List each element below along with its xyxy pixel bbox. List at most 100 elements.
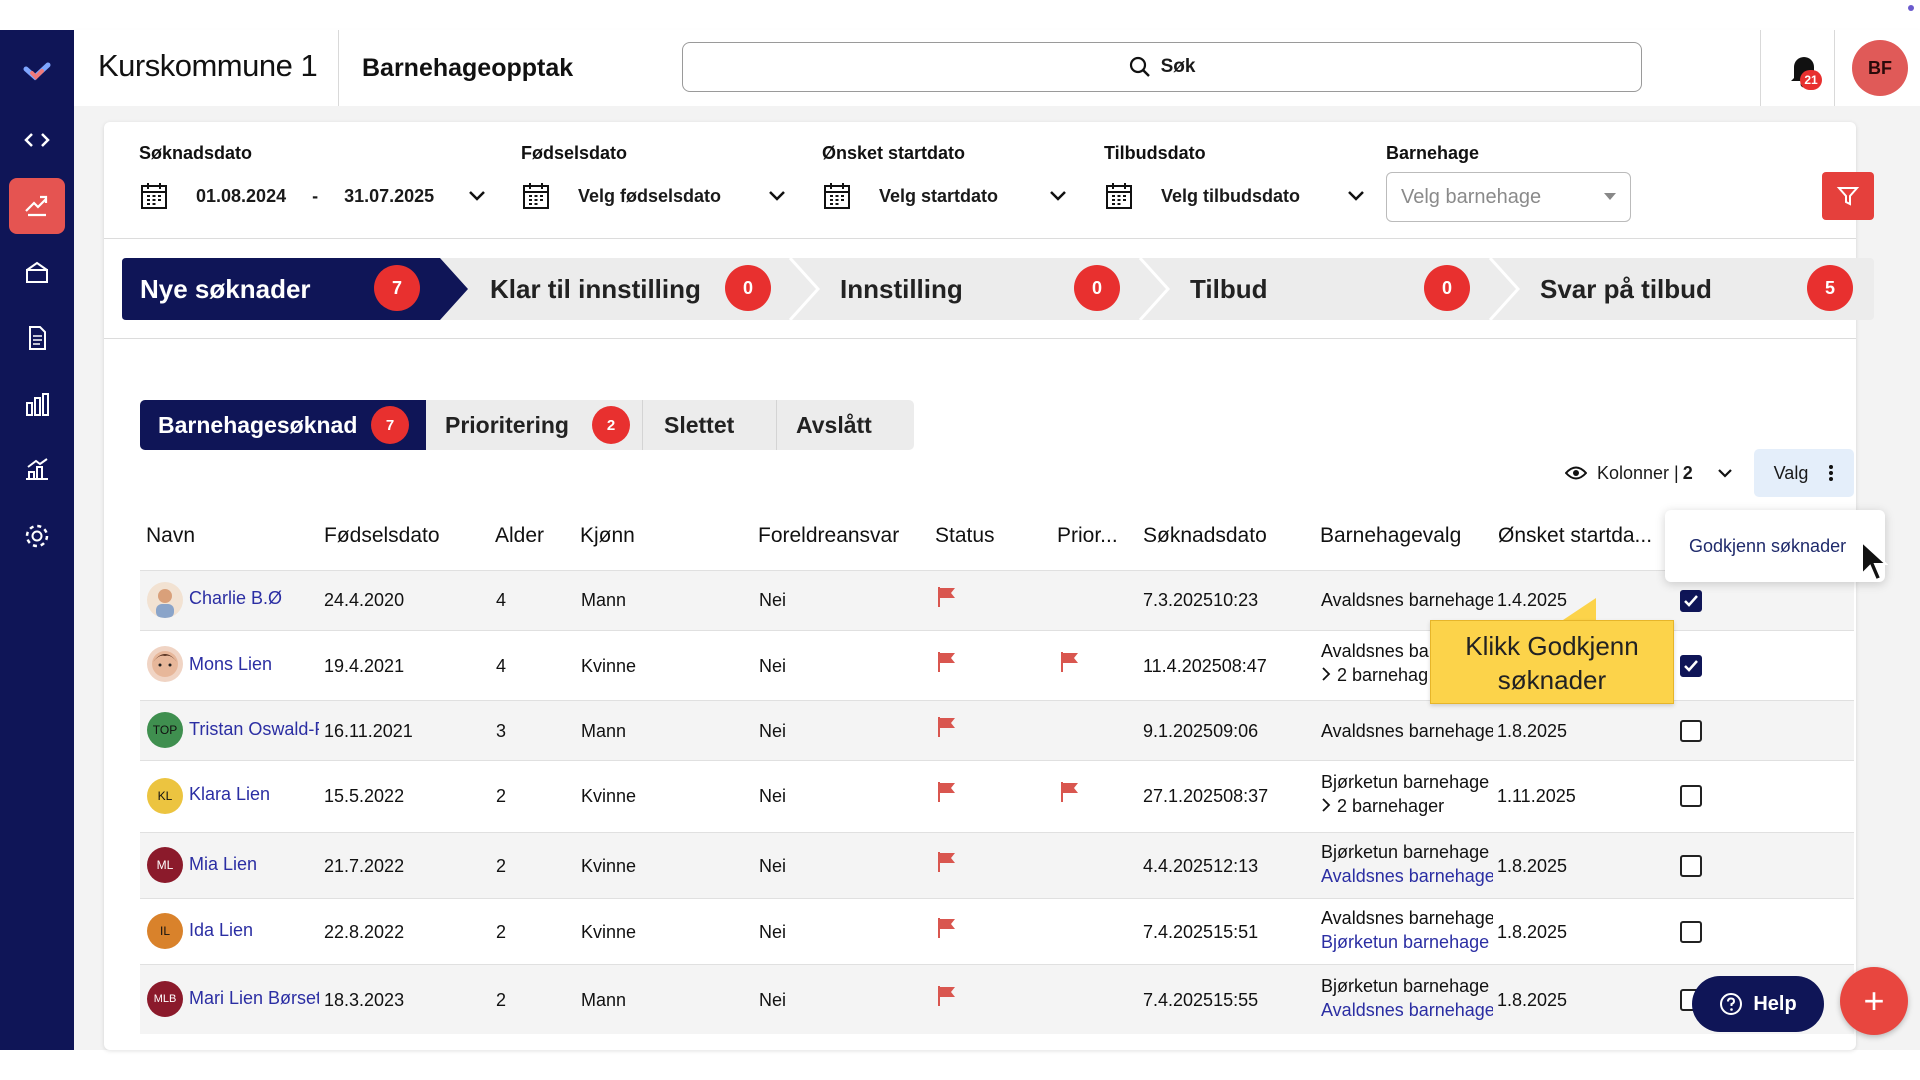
instruction-tooltip: Klikk Godkjenn søknader bbox=[1430, 620, 1674, 704]
row-kindergarten-choice: Avaldsnes barn bbox=[1321, 641, 1431, 661]
row-checkbox[interactable] bbox=[1680, 720, 1702, 742]
column-header-soknadsdato[interactable]: Søknadsdato bbox=[1143, 524, 1267, 548]
caret-down-icon bbox=[1604, 193, 1616, 200]
calendar-icon bbox=[141, 183, 167, 209]
row-name-link[interactable]: Mons Lien bbox=[189, 654, 319, 675]
add-button[interactable]: + bbox=[1840, 967, 1908, 1035]
document-nav-icon[interactable] bbox=[9, 310, 65, 366]
row-age: 2 bbox=[496, 856, 507, 876]
column-header-fodselsdato[interactable]: Fødselsdato bbox=[324, 524, 440, 548]
row-name-link[interactable]: Mia Lien bbox=[189, 854, 319, 875]
row-second-choice-link[interactable]: Avaldsnes barnehage - bbox=[1321, 866, 1493, 887]
row-age: 4 bbox=[496, 656, 507, 676]
row-checkbox[interactable] bbox=[1680, 655, 1702, 677]
fodselsdato-picker[interactable]: Velg fødselsdato bbox=[522, 178, 786, 214]
row-checkbox[interactable] bbox=[1680, 855, 1702, 877]
calendar-icon bbox=[1106, 183, 1132, 209]
columns-toggle[interactable]: Kolonner | 2 bbox=[1565, 458, 1733, 488]
statistics-nav-icon[interactable] bbox=[9, 376, 65, 432]
row-checkbox[interactable] bbox=[1680, 921, 1702, 943]
row-kindergarten-choice: Avaldsnes barnehage ( bbox=[1321, 590, 1493, 610]
filter-label-tilbudsdato: Tilbudsdato bbox=[1104, 143, 1206, 163]
step-nye-soknader[interactable]: Nye søknader bbox=[140, 258, 311, 320]
column-header-status[interactable]: Status bbox=[935, 524, 995, 548]
tab-slettet[interactable]: Slettet bbox=[664, 400, 734, 450]
column-header-alder[interactable]: Alder bbox=[495, 524, 544, 548]
row-kindergarten-choice: Bjørketun barnehage (' bbox=[1321, 976, 1493, 996]
tab-prioritering[interactable]: Prioritering bbox=[445, 400, 569, 450]
avatar: MLB bbox=[147, 981, 183, 1017]
filter-label-fodselsdato: Fødselsdato bbox=[521, 143, 628, 163]
row-gender: Kvinne bbox=[581, 656, 637, 676]
divider bbox=[104, 238, 1856, 239]
row-name-link[interactable]: Mari Lien Børseth bbox=[189, 988, 319, 1009]
kindergarten-nav-icon[interactable] bbox=[9, 244, 65, 300]
divider bbox=[104, 338, 1856, 339]
tilbudsdato-picker[interactable]: Velg tilbudsdato bbox=[1105, 178, 1365, 214]
row-second-choice-link[interactable]: Bjørketun barnehage - bbox=[1321, 932, 1493, 953]
tab-count-badge: 2 bbox=[592, 406, 630, 444]
row-dob: 16.11.2021 bbox=[324, 721, 413, 741]
step-innstilling[interactable]: Innstilling bbox=[840, 258, 963, 320]
growth-nav-icon[interactable] bbox=[9, 442, 65, 498]
row-application-date: 7.3.202510:23 bbox=[1143, 590, 1259, 610]
tilbudsdato-value: Velg tilbudsdato bbox=[1161, 185, 1301, 206]
divider bbox=[338, 30, 339, 106]
startdato-picker[interactable]: Velg startdato bbox=[823, 178, 1067, 214]
row-application-date: 27.1.202508:37 bbox=[1143, 786, 1269, 806]
barnehage-select[interactable]: Velg barnehage bbox=[1386, 172, 1631, 222]
help-button[interactable]: Help bbox=[1692, 976, 1824, 1032]
row-checkbox[interactable] bbox=[1680, 785, 1702, 807]
row-name-link[interactable]: Tristan Oswald-P bbox=[189, 719, 319, 740]
filter-button[interactable] bbox=[1822, 172, 1874, 220]
status-flag-icon bbox=[938, 986, 955, 1006]
row-gender: Mann bbox=[581, 990, 627, 1010]
divider bbox=[1834, 30, 1835, 106]
filter-label-onsket-startdato: Ønsket startdato bbox=[822, 143, 966, 163]
tooltip-pointer bbox=[1560, 598, 1596, 622]
code-toggle-icon[interactable] bbox=[9, 112, 65, 168]
tab-divider bbox=[776, 400, 777, 450]
user-avatar[interactable]: BF bbox=[1852, 40, 1908, 96]
row-kindergarten-choice: Avaldsnes barnehage ( bbox=[1321, 908, 1493, 928]
logo-icon[interactable] bbox=[9, 44, 65, 100]
help-label: Help bbox=[1753, 992, 1797, 1015]
valg-button[interactable]: Valg bbox=[1754, 449, 1854, 497]
row-checkbox[interactable] bbox=[1680, 590, 1702, 612]
column-header-foreldreansvar[interactable]: Foreldreansvar bbox=[758, 524, 899, 548]
column-header-barnehagevalg[interactable]: Barnehagevalg bbox=[1320, 524, 1461, 548]
row-custody: Nei bbox=[759, 656, 787, 676]
soknadsdato-range-picker[interactable]: 01.08.2024 - 31.07.2025 bbox=[140, 178, 486, 214]
search-input[interactable]: Søk bbox=[682, 42, 1642, 92]
row-more-choices[interactable]: 2 barnehag bbox=[1321, 665, 1431, 686]
row-name-link[interactable]: Charlie B.Ø bbox=[189, 588, 319, 609]
row-name-link[interactable]: Ida Lien bbox=[189, 920, 319, 941]
row-dob: 15.5.2022 bbox=[324, 786, 405, 806]
row-second-choice-link[interactable]: Avaldsnes barnehage - bbox=[1321, 1000, 1493, 1021]
step-count-badge: 0 bbox=[1424, 265, 1470, 311]
notification-badge: 21 bbox=[1800, 70, 1822, 90]
row-start-date: 1.8.2025 bbox=[1497, 922, 1568, 942]
menu-item-godkjenn-soknader[interactable]: Godkjenn søknader bbox=[1689, 536, 1846, 557]
more-vertical-icon bbox=[1829, 465, 1834, 481]
settings-gear-icon[interactable] bbox=[9, 508, 65, 564]
tab-avslatt[interactable]: Avslått bbox=[796, 400, 872, 450]
column-header-navn[interactable]: Navn bbox=[146, 524, 195, 548]
step-klar-til-innstilling[interactable]: Klar til innstilling bbox=[490, 258, 701, 320]
step-svar-pa-tilbud[interactable]: Svar på tilbud bbox=[1540, 258, 1712, 320]
app-title[interactable]: Kurskommune 1 bbox=[98, 48, 318, 84]
tab-barnehagesoknad[interactable]: Barnehagesøknad bbox=[158, 400, 357, 450]
admission-nav-icon[interactable] bbox=[9, 178, 65, 234]
row-application-date: 7.4.202515:51 bbox=[1143, 922, 1259, 942]
row-custody: Nei bbox=[759, 990, 787, 1010]
column-header-prioritering[interactable]: Prior... bbox=[1057, 524, 1118, 548]
column-header-kjonn[interactable]: Kjønn bbox=[580, 524, 635, 548]
row-start-date: 1.8.2025 bbox=[1497, 721, 1568, 741]
filter-funnel-icon bbox=[1836, 187, 1860, 206]
question-circle-icon bbox=[1720, 993, 1743, 1015]
column-header-onsket-startdato[interactable]: Ønsket startda... bbox=[1498, 524, 1652, 548]
row-name-link[interactable]: Klara Lien bbox=[189, 784, 319, 805]
filter-label-barnehage: Barnehage bbox=[1386, 143, 1480, 163]
step-tilbud[interactable]: Tilbud bbox=[1190, 258, 1268, 320]
row-more-choices[interactable]: 2 barnehager bbox=[1321, 796, 1493, 817]
